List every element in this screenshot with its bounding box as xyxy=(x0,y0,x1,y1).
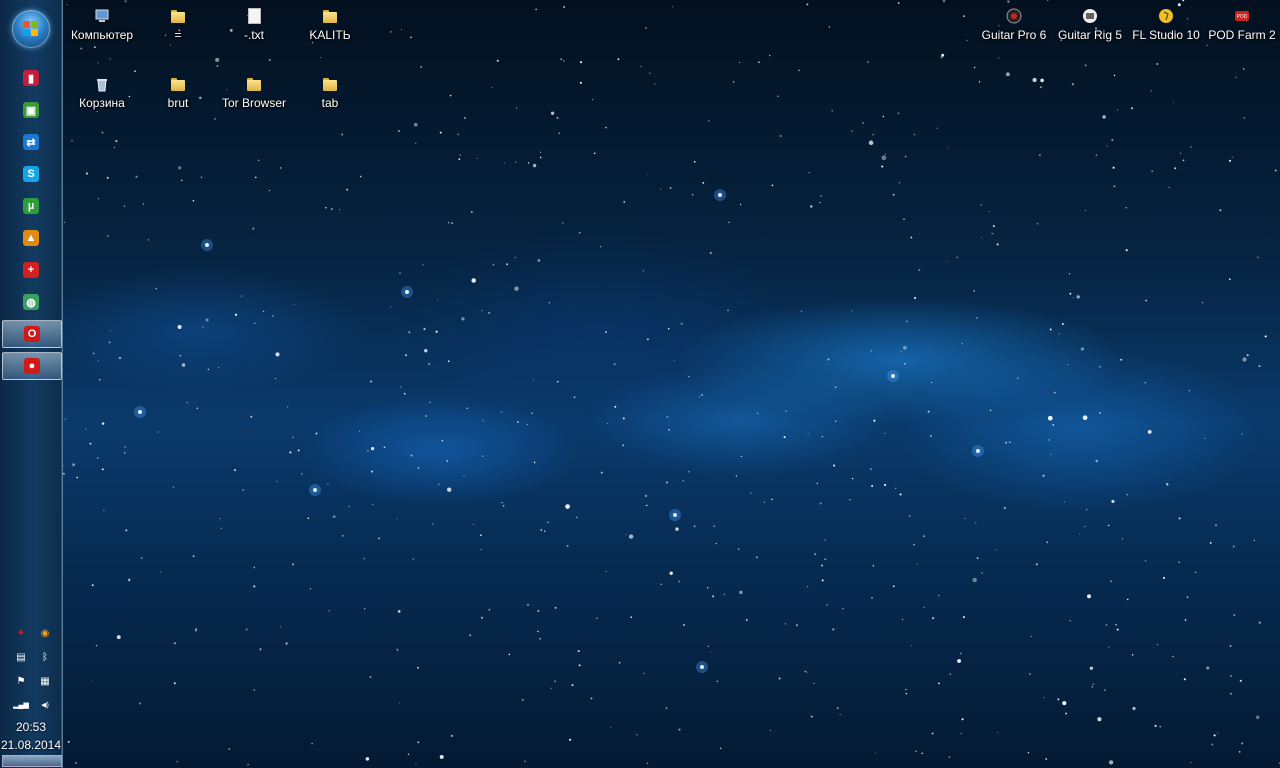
clock-time[interactable]: 20:53 xyxy=(0,720,62,734)
desktop-icon-brut[interactable]: brut xyxy=(140,76,216,110)
starfield-wallpaper xyxy=(61,0,1280,766)
taskbar-item-utorrent[interactable]: µ xyxy=(2,192,60,220)
network-signal-tray-icon[interactable]: ▂▄▆ xyxy=(13,698,29,712)
windows-logo-icon xyxy=(23,21,39,37)
volume-tray-icon[interactable]: ◀) xyxy=(38,698,52,712)
desktop-icon-label: Корзина xyxy=(79,96,125,110)
pod-farm-icon: POD xyxy=(1234,8,1250,24)
start-button[interactable] xyxy=(12,10,50,48)
desktop-icon-label: tab xyxy=(321,96,339,110)
desktop-icon-label: Tor Browser xyxy=(221,96,286,110)
teamviewer-icon: ⇄ xyxy=(23,134,39,150)
folder-icon xyxy=(322,76,338,92)
chrome-tray-icon[interactable]: ◉ xyxy=(38,626,52,640)
medic-cross-icon: + xyxy=(23,262,39,278)
folder-icon xyxy=(170,8,186,24)
skype-icon: S xyxy=(23,166,39,182)
taskbar-item-aimp[interactable]: ▲ xyxy=(2,224,60,252)
desktop-icon-label: FL Studio 10 xyxy=(1132,28,1200,42)
recycle-bin-icon xyxy=(94,76,110,92)
desktop-icon-tor-browser[interactable]: Tor Browser xyxy=(216,76,292,110)
desktop-icon-guitar-pro-6[interactable]: Guitar Pro 6 xyxy=(976,8,1052,42)
remote-desktop-icon: ▣ xyxy=(23,102,39,118)
guitar-rig-icon xyxy=(1082,8,1098,24)
desktop-icon-txt[interactable]: -.txt xyxy=(216,8,292,42)
desktop-icon-label: Guitar Rig 5 xyxy=(1057,28,1123,42)
taskbar-item-opera[interactable]: O xyxy=(2,320,62,348)
usb-drive-icon: ▮ xyxy=(23,70,39,86)
show-desktop-button[interactable] xyxy=(2,755,62,767)
bluetooth-tray-icon[interactable]: ᛒ xyxy=(38,650,52,664)
globe-icon: ◍ xyxy=(23,294,39,310)
desktop-icon-kalitь[interactable]: KALITЬ xyxy=(292,8,368,42)
taskbar-item-usb-drive[interactable]: ▮ xyxy=(2,64,60,92)
folder-icon xyxy=(246,76,262,92)
bullet-red-icon: ● xyxy=(24,358,40,374)
flag-tray-icon[interactable]: ⚑ xyxy=(14,674,28,688)
utorrent-icon: µ xyxy=(23,198,39,214)
desktop-icon-label: Компьютер xyxy=(70,28,134,42)
desktop-icon-label: -.txt xyxy=(244,28,264,42)
antivirus-tray-icon[interactable]: ✦ xyxy=(14,626,28,640)
taskbar-item-medic-cross[interactable]: + xyxy=(2,256,60,284)
svg-text:POD: POD xyxy=(1237,14,1248,20)
opera-icon: O xyxy=(24,326,40,342)
computer-icon xyxy=(94,8,110,24)
fl-studio-icon xyxy=(1158,8,1174,24)
taskbar-item-globe[interactable]: ◍ xyxy=(2,288,60,316)
app-window-tray-icon[interactable]: ▤ xyxy=(14,650,28,664)
taskbar-item-bullet-red[interactable]: ● xyxy=(2,352,62,380)
taskbar-item-remote-desktop[interactable]: ▣ xyxy=(2,96,60,124)
text-file-icon xyxy=(246,8,262,24)
desktop-icon-компьютер[interactable]: Компьютер xyxy=(64,8,140,42)
desktop-icon-корзина[interactable]: Корзина xyxy=(64,76,140,110)
taskbar: ▮ ▣ ⇄ Sµ ▲ + ◍ O ● ✦ ◉ ▤ ᛒ ⚑ ▦ ▂▄▆ ◀) 20:53 21.08.2014 xyxy=(0,0,63,768)
folder-icon xyxy=(170,76,186,92)
desktop-icon-tab[interactable]: tab xyxy=(292,76,368,110)
desktop-icon-label: = xyxy=(174,28,182,42)
desktop-icon-label: Guitar Pro 6 xyxy=(981,28,1047,42)
folder-icon xyxy=(322,8,338,24)
aimp-icon: ▲ xyxy=(23,230,39,246)
device-tray-icon[interactable]: ▦ xyxy=(38,674,52,688)
guitar-pro-icon xyxy=(1006,8,1022,24)
desktop-icon-guitar-rig-5[interactable]: Guitar Rig 5 xyxy=(1052,8,1128,42)
taskbar-item-skype[interactable]: S xyxy=(2,160,60,188)
clock-date[interactable]: 21.08.2014 xyxy=(0,738,62,752)
desktop-icon-label: brut xyxy=(167,96,189,110)
desktop-icon-[interactable]: = xyxy=(140,8,216,42)
desktop-icon-label: POD Farm 2 xyxy=(1208,28,1276,42)
taskbar-item-teamviewer[interactable]: ⇄ xyxy=(2,128,60,156)
desktop-icon-fl-studio-10[interactable]: FL Studio 10 xyxy=(1128,8,1204,42)
desktop-icon-pod-farm-2[interactable]: POD POD Farm 2 xyxy=(1204,8,1280,42)
desktop-icon-label: KALITЬ xyxy=(309,28,351,42)
